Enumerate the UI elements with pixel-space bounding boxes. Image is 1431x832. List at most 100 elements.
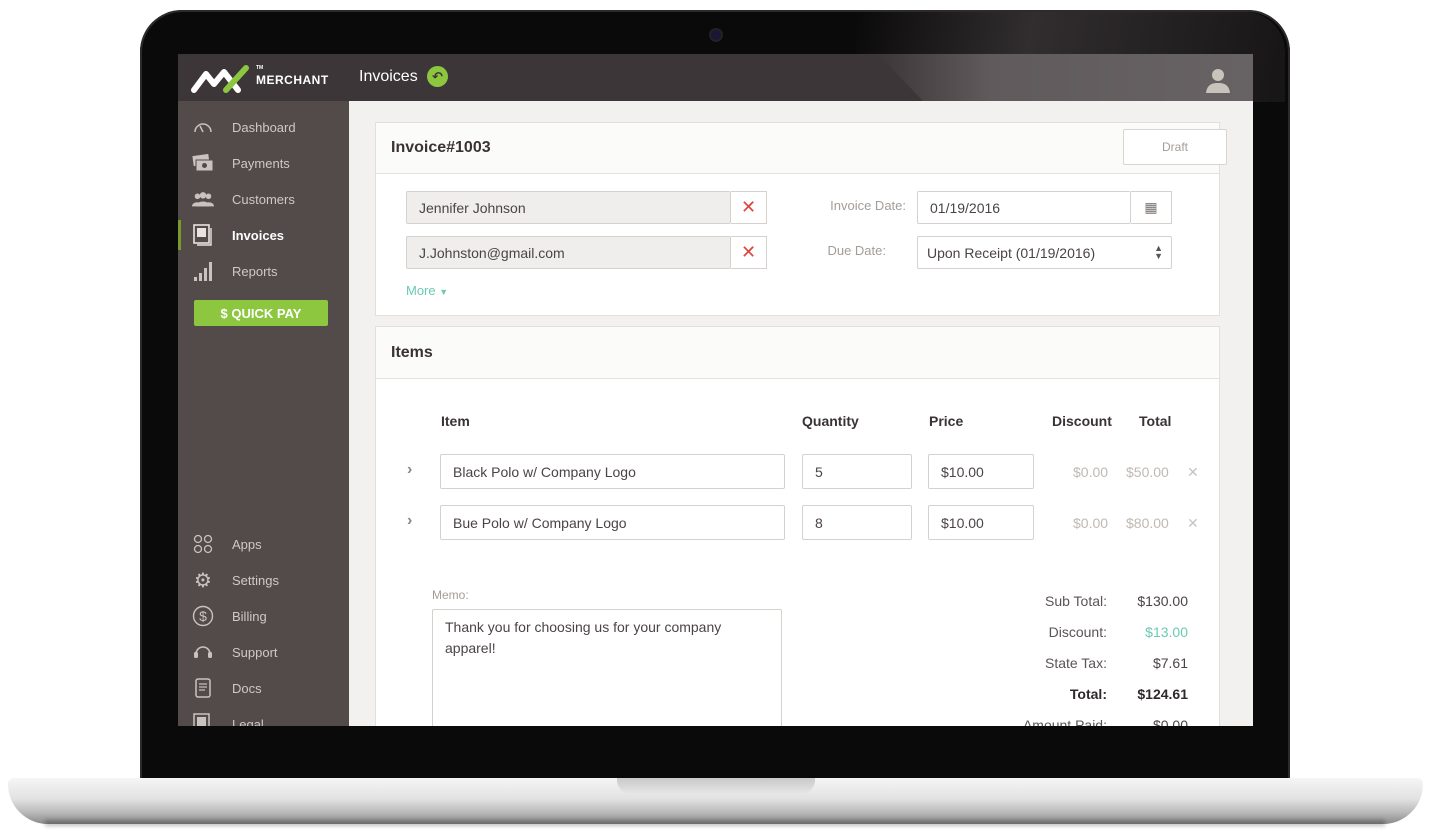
discount-label: Discount: (1048, 624, 1107, 640)
amount-paid-value: $0.00 (1152, 717, 1188, 726)
sidebar-item-support[interactable]: Support (178, 637, 349, 667)
customer-email-field[interactable]: J.Johnston@gmail.com (406, 236, 731, 269)
sidebar-item-docs[interactable]: Docs (178, 673, 349, 703)
quantity-input[interactable]: 8 (802, 505, 912, 540)
sidebar-item-apps[interactable]: Apps (178, 529, 349, 559)
sidebar-item-label: Dashboard (232, 119, 296, 135)
memo-label: Memo: (432, 588, 469, 602)
quantity-value: 8 (815, 514, 823, 531)
items-card-header: Items (376, 327, 1219, 379)
more-link[interactable]: More ▼ (406, 283, 448, 298)
items-card: Items Item Quantity Price Discount Total… (375, 326, 1220, 726)
bar-chart-icon (192, 260, 214, 282)
webcam (711, 30, 721, 40)
price-input[interactable]: $10.00 (928, 454, 1034, 489)
remove-row-icon[interactable]: ✕ (1187, 515, 1199, 532)
state-tax-label: State Tax: (1044, 655, 1107, 671)
clear-customer-name-button[interactable]: ✕ (731, 191, 767, 224)
back-button[interactable]: ↶ (427, 66, 448, 87)
sidebar-item-payments[interactable]: Payments (178, 148, 349, 178)
legal-icon (192, 713, 214, 726)
sidebar-item-label: Reports (232, 263, 278, 279)
sidebar-item-invoices[interactable]: Invoices (178, 220, 349, 250)
customer-name-value: Jennifer Johnson (419, 199, 526, 216)
user-avatar-icon[interactable] (1204, 66, 1232, 94)
sidebar-item-billing[interactable]: $ Billing (178, 601, 349, 631)
state-tax-value: $7.61 (1152, 655, 1188, 671)
sidebar-item-label: Settings (232, 572, 279, 588)
dollar-circle-icon: $ (192, 605, 214, 627)
due-date-select[interactable]: Upon Receipt (01/19/2016) ▲ ▼ (917, 236, 1172, 269)
select-arrows-icon: ▲ ▼ (1154, 243, 1163, 261)
column-header-price: Price (929, 413, 964, 429)
svg-text:$: $ (199, 608, 207, 624)
sidebar-item-legal[interactable]: Legal (178, 709, 349, 726)
laptop-bezel-bottom (146, 726, 1285, 778)
more-label: More (406, 283, 436, 298)
discount-value[interactable]: $13.00 (1108, 624, 1188, 640)
laptop-opening-notch (617, 778, 815, 794)
headset-icon (192, 641, 214, 663)
items-title: Items (391, 344, 433, 361)
column-header-total: Total (1139, 413, 1172, 429)
item-name-value: Black Polo w/ Company Logo (453, 463, 636, 480)
sidebar-item-dashboard[interactable]: Dashboard (178, 112, 349, 142)
status-draft-button[interactable]: Draft (1123, 129, 1227, 165)
calendar-button[interactable]: ▦ (1131, 191, 1172, 224)
sidebar-item-customers[interactable]: Customers (178, 184, 349, 214)
merchant-logo[interactable]: TM MERCHANT (190, 62, 340, 94)
column-header-discount: Discount (1052, 413, 1112, 429)
amount-paid-label: Amount Paid: (1022, 717, 1107, 726)
item-name-input[interactable]: Black Polo w/ Company Logo (440, 454, 785, 489)
clear-customer-email-button[interactable]: ✕ (731, 236, 767, 269)
mx-logo-icon (191, 65, 249, 93)
column-header-item: Item (441, 413, 470, 429)
quantity-input[interactable]: 5 (802, 454, 912, 489)
invoice-card-header: Invoice#1003 (376, 123, 1219, 174)
gauge-icon (192, 116, 214, 138)
calendar-icon: ▦ (1144, 199, 1158, 215)
sidebar-item-label: Payments (232, 155, 290, 171)
close-icon: ✕ (740, 242, 757, 262)
invoice-date-field[interactable]: 01/19/2016 (917, 191, 1131, 224)
document-icon (192, 677, 214, 699)
sidebar-item-label: Support (232, 644, 278, 660)
sidebar-item-label: Legal (232, 716, 264, 727)
invoice-icon (192, 224, 214, 246)
top-bar: TM MERCHANT Invoices ↶ (178, 54, 1253, 101)
invoice-title: Invoice#1003 (391, 139, 491, 156)
sidebar-item-settings[interactable]: ⚙ Settings (178, 565, 349, 595)
app-screen: TM MERCHANT Invoices ↶ Dashboard Payment… (178, 54, 1253, 726)
item-name-input[interactable]: Bue Polo w/ Company Logo (440, 505, 785, 540)
row-discount: $0.00 (1073, 464, 1109, 480)
item-name-value: Bue Polo w/ Company Logo (453, 514, 627, 531)
expand-row-chevron-icon[interactable]: › (407, 512, 412, 530)
remove-row-icon[interactable]: ✕ (1187, 464, 1199, 481)
sidebar-item-label: Docs (232, 680, 262, 696)
quick-pay-button[interactable]: $ QUICK PAY (194, 300, 328, 326)
caret-down-icon: ▼ (439, 287, 449, 297)
customer-name-field[interactable]: Jennifer Johnson (406, 191, 731, 224)
memo-textarea[interactable]: Thank you for choosing us for your compa… (432, 609, 782, 726)
invoice-date-value: 01/19/2016 (930, 199, 1001, 216)
expand-row-chevron-icon[interactable]: › (407, 461, 412, 479)
row-discount: $0.00 (1073, 515, 1109, 531)
total-label: Total: (1069, 686, 1107, 702)
active-indicator (178, 220, 181, 250)
invoice-date-label: Invoice Date: (830, 198, 906, 213)
row-total: $80.00 (1126, 515, 1169, 531)
subtotal-label: Sub Total: (1044, 593, 1107, 609)
customer-email-value: J.Johnston@gmail.com (419, 244, 565, 261)
apps-icon (192, 533, 214, 555)
price-input[interactable]: $10.00 (928, 505, 1034, 540)
topbar-glare (878, 54, 1253, 101)
cash-icon (192, 152, 214, 174)
subtotal-value: $130.00 (1137, 593, 1188, 609)
sidebar-item-reports[interactable]: Reports (178, 256, 349, 286)
trademark: TM (256, 65, 264, 71)
sidebar: Dashboard Payments Customers Invoices Re… (178, 101, 349, 726)
sidebar-item-label: Customers (232, 191, 295, 207)
price-value: $10.00 (941, 514, 984, 531)
close-icon: ✕ (740, 197, 757, 217)
sidebar-item-label: Apps (232, 536, 262, 552)
